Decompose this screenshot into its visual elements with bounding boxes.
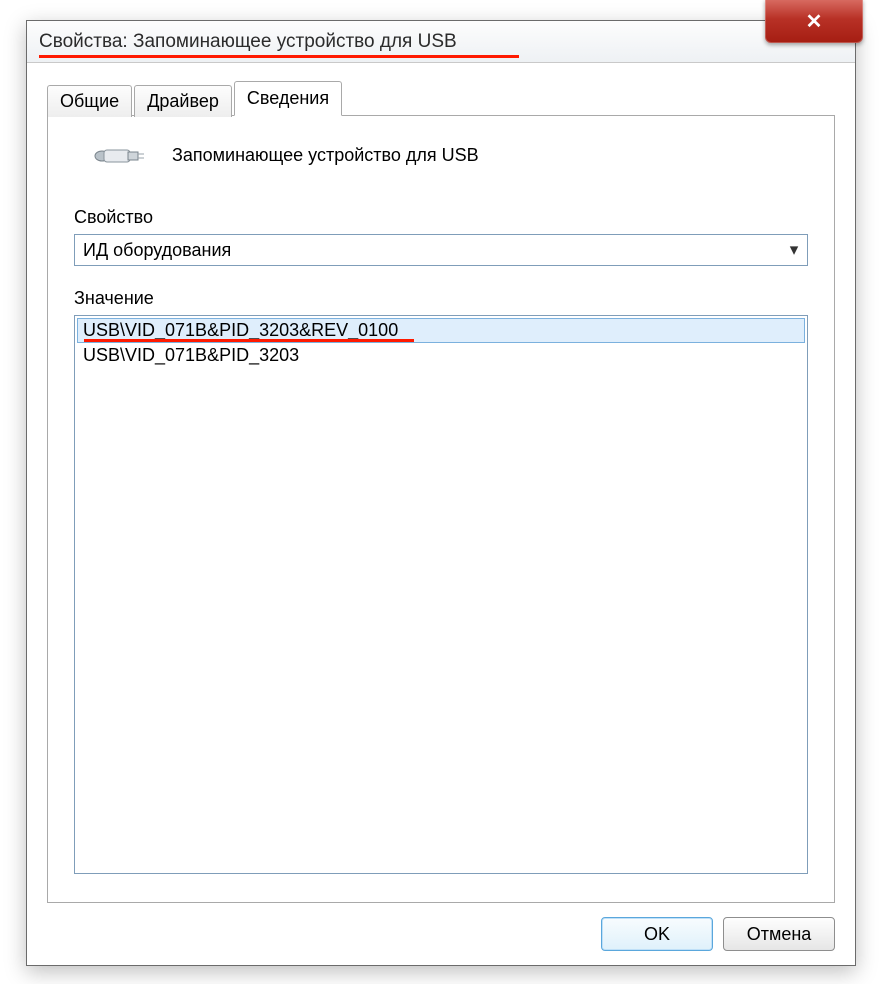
property-dropdown[interactable]: ИД оборудования ▾ [74,234,808,266]
close-button[interactable]: ✕ [765,0,863,43]
tab-driver[interactable]: Драйвер [134,85,232,117]
usb-storage-icon [94,138,148,173]
close-icon: ✕ [806,9,823,34]
property-label: Свойство [74,207,808,228]
property-selected: ИД оборудования [83,240,785,261]
window-title: Свойства: Запоминающее устройство для US… [39,31,457,53]
list-item[interactable]: USB\VID_071B&PID_3203 [77,343,805,368]
annotation-title-underline [39,55,519,58]
chevron-down-icon: ▾ [785,240,803,260]
dialog-window: Свойства: Запоминающее устройство для US… [26,20,856,966]
list-item-text: USB\VID_071B&PID_3203 [83,345,299,365]
dialog-body: Общие Драйвер Сведения Запоминающее устр… [27,63,855,965]
list-item-text: USB\VID_071B&PID_3203&REV_0100 [83,320,398,340]
tab-panel: Запоминающее устройство для USB Свойство… [47,115,835,903]
titlebar[interactable]: Свойства: Запоминающее устройство для US… [27,21,855,63]
tab-strip: Общие Драйвер Сведения [47,81,835,116]
value-listbox[interactable]: USB\VID_071B&PID_3203&REV_0100 USB\VID_0… [74,315,808,874]
device-header: Запоминающее устройство для USB [74,138,808,173]
dialog-footer: OK Отмена [47,903,835,951]
tab-general[interactable]: Общие [47,85,132,117]
list-item[interactable]: USB\VID_071B&PID_3203&REV_0100 [77,318,805,343]
value-label: Значение [74,288,808,309]
device-name: Запоминающее устройство для USB [172,145,479,166]
cancel-button[interactable]: Отмена [723,917,835,951]
tab-details[interactable]: Сведения [234,81,342,116]
ok-button[interactable]: OK [601,917,713,951]
